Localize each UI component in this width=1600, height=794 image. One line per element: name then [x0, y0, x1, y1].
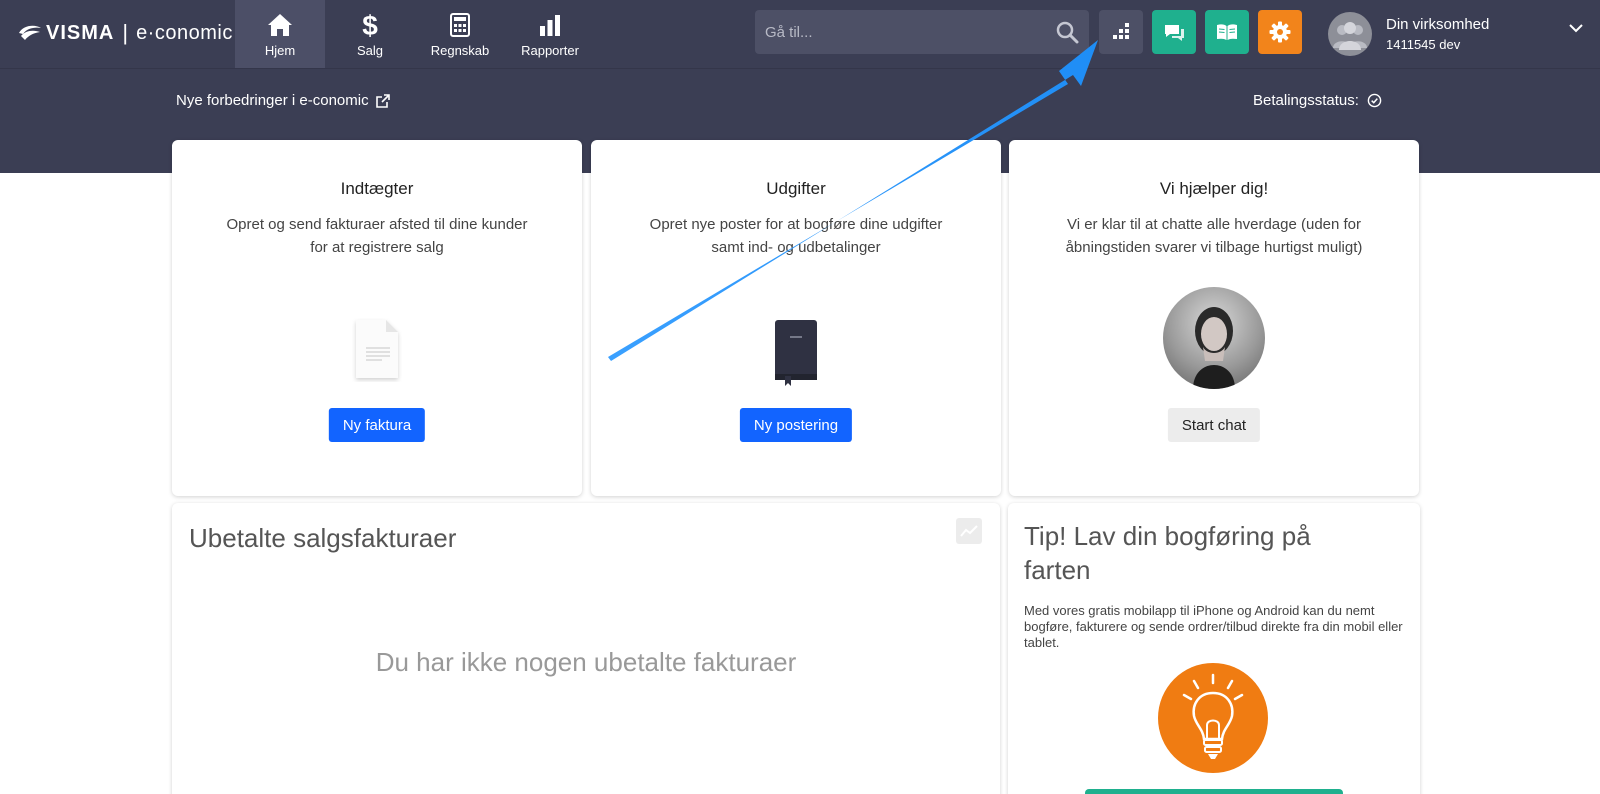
card-help: Vi hjælper dig! Vi er klar til at chatte…	[1009, 140, 1419, 496]
card-help-line1: Vi er klar til at chatte alle hverdage (…	[1066, 216, 1362, 233]
search-box	[755, 10, 1089, 54]
company-name: Din virksomhed	[1386, 16, 1490, 33]
top-bar: VISMA | e·conomic Hjem $ Salg Regnskab R…	[0, 0, 1600, 68]
card-income-line2: for at registrere salg	[310, 239, 444, 256]
apps-grid-icon	[1113, 23, 1129, 39]
nav-item-hjem[interactable]: Hjem	[235, 0, 325, 68]
ledger-book-icon	[591, 320, 1001, 386]
user-menu[interactable]: Din virksomhed 1411545 dev	[1328, 10, 1583, 58]
avatar	[1328, 12, 1372, 56]
nav-label-regnskab: Regnskab	[430, 42, 490, 58]
external-link-icon	[375, 93, 390, 108]
unpaid-invoices-empty-message: Du har ikke nogen ubetalte fakturaer	[375, 647, 797, 677]
user-group-icon	[1333, 22, 1367, 50]
card-help-description: Vi er klar til at chatte alle hverdage (…	[1044, 213, 1384, 259]
nav-item-regnskab[interactable]: Regnskab	[415, 0, 505, 68]
chevron-down-icon[interactable]	[1568, 20, 1584, 38]
card-expenses-title: Udgifter	[766, 179, 826, 198]
card-expenses-line1: Opret nye poster for at bogføre dine udg…	[649, 216, 943, 233]
card-income-title: Indtægter	[340, 179, 414, 198]
card-help-line2: åbningstiden svarer vi tilbage hurtigst …	[1065, 239, 1363, 256]
lightbulb-icon	[1158, 663, 1268, 773]
tip-text: Med vores gratis mobilapp til iPhone og …	[1024, 603, 1403, 650]
home-icon	[267, 11, 293, 39]
payment-status-label: Betalingsstatus:	[1253, 92, 1359, 109]
apps-button[interactable]	[1099, 10, 1143, 54]
bar-chart-icon	[539, 11, 561, 39]
tip-panel: Tip! Lav din bogføring på farten Med vor…	[1008, 503, 1420, 794]
logo-separator: |	[122, 20, 129, 45]
gear-icon	[1269, 21, 1291, 43]
improvements-link[interactable]: Nye forbedringer i e-conomic	[176, 92, 391, 109]
card-help-title: Vi hjælper dig!	[1159, 179, 1269, 198]
logo-product-text: e·conomic	[136, 21, 233, 44]
nav-item-rapporter[interactable]: Rapporter	[505, 0, 595, 68]
nav-item-salg[interactable]: $ Salg	[325, 0, 415, 68]
improvements-link-label: Nye forbedringer i e-conomic	[176, 92, 369, 109]
search-input[interactable]	[755, 10, 1045, 54]
new-invoice-button[interactable]: Ny faktura	[328, 408, 426, 442]
dollar-icon: $	[361, 11, 379, 39]
card-income-line1: Opret og send fakturaer afsted til dine …	[226, 216, 528, 233]
svg-text:$: $	[362, 11, 378, 39]
card-expenses-description: Opret nye poster for at bogføre dine udg…	[626, 213, 966, 259]
card-income: Indtægter Opret og send fakturaer afsted…	[172, 140, 582, 496]
visma-logo[interactable]: VISMA | e·conomic	[18, 18, 233, 48]
company-id: 1411545 dev	[1386, 37, 1461, 52]
card-income-description: Opret og send fakturaer afsted til dine …	[207, 213, 547, 259]
tip-title: Tip! Lav din bogføring på farten	[1024, 521, 1311, 585]
settings-button[interactable]	[1258, 10, 1302, 54]
calculator-icon	[450, 11, 470, 39]
nav-label-salg: Salg	[356, 42, 384, 58]
main-nav: Hjem $ Salg Regnskab Rapporter	[235, 0, 595, 68]
bottom-action-bar[interactable]	[1085, 789, 1343, 794]
card-expenses-line2: samt ind- og udbetalinger	[711, 239, 881, 256]
visma-swoosh-icon	[19, 25, 41, 40]
nav-label-rapporter: Rapporter	[521, 42, 579, 58]
start-chat-button[interactable]: Start chat	[1167, 408, 1261, 442]
nav-label-hjem: Hjem	[264, 42, 296, 58]
support-agent-photo	[1009, 287, 1419, 389]
unpaid-invoices-title: Ubetalte salgsfakturaer	[189, 523, 457, 553]
unpaid-invoices-panel: Ubetalte salgsfakturaer Du har ikke noge…	[172, 503, 1000, 794]
chat-button[interactable]	[1152, 10, 1196, 54]
line-chart-icon[interactable]	[956, 518, 982, 544]
search-icon[interactable]	[1055, 20, 1079, 49]
logo-visma-text: VISMA	[46, 21, 115, 44]
document-icon	[172, 318, 582, 382]
chat-icon	[1165, 25, 1184, 41]
book-icon	[1217, 24, 1237, 40]
new-posting-button[interactable]: Ny postering	[739, 408, 853, 442]
check-circle-icon	[1367, 93, 1382, 108]
card-expenses: Udgifter Opret nye poster for at bogføre…	[591, 140, 1001, 496]
payment-status[interactable]: Betalingsstatus:	[1253, 92, 1382, 109]
help-book-button[interactable]	[1205, 10, 1249, 54]
